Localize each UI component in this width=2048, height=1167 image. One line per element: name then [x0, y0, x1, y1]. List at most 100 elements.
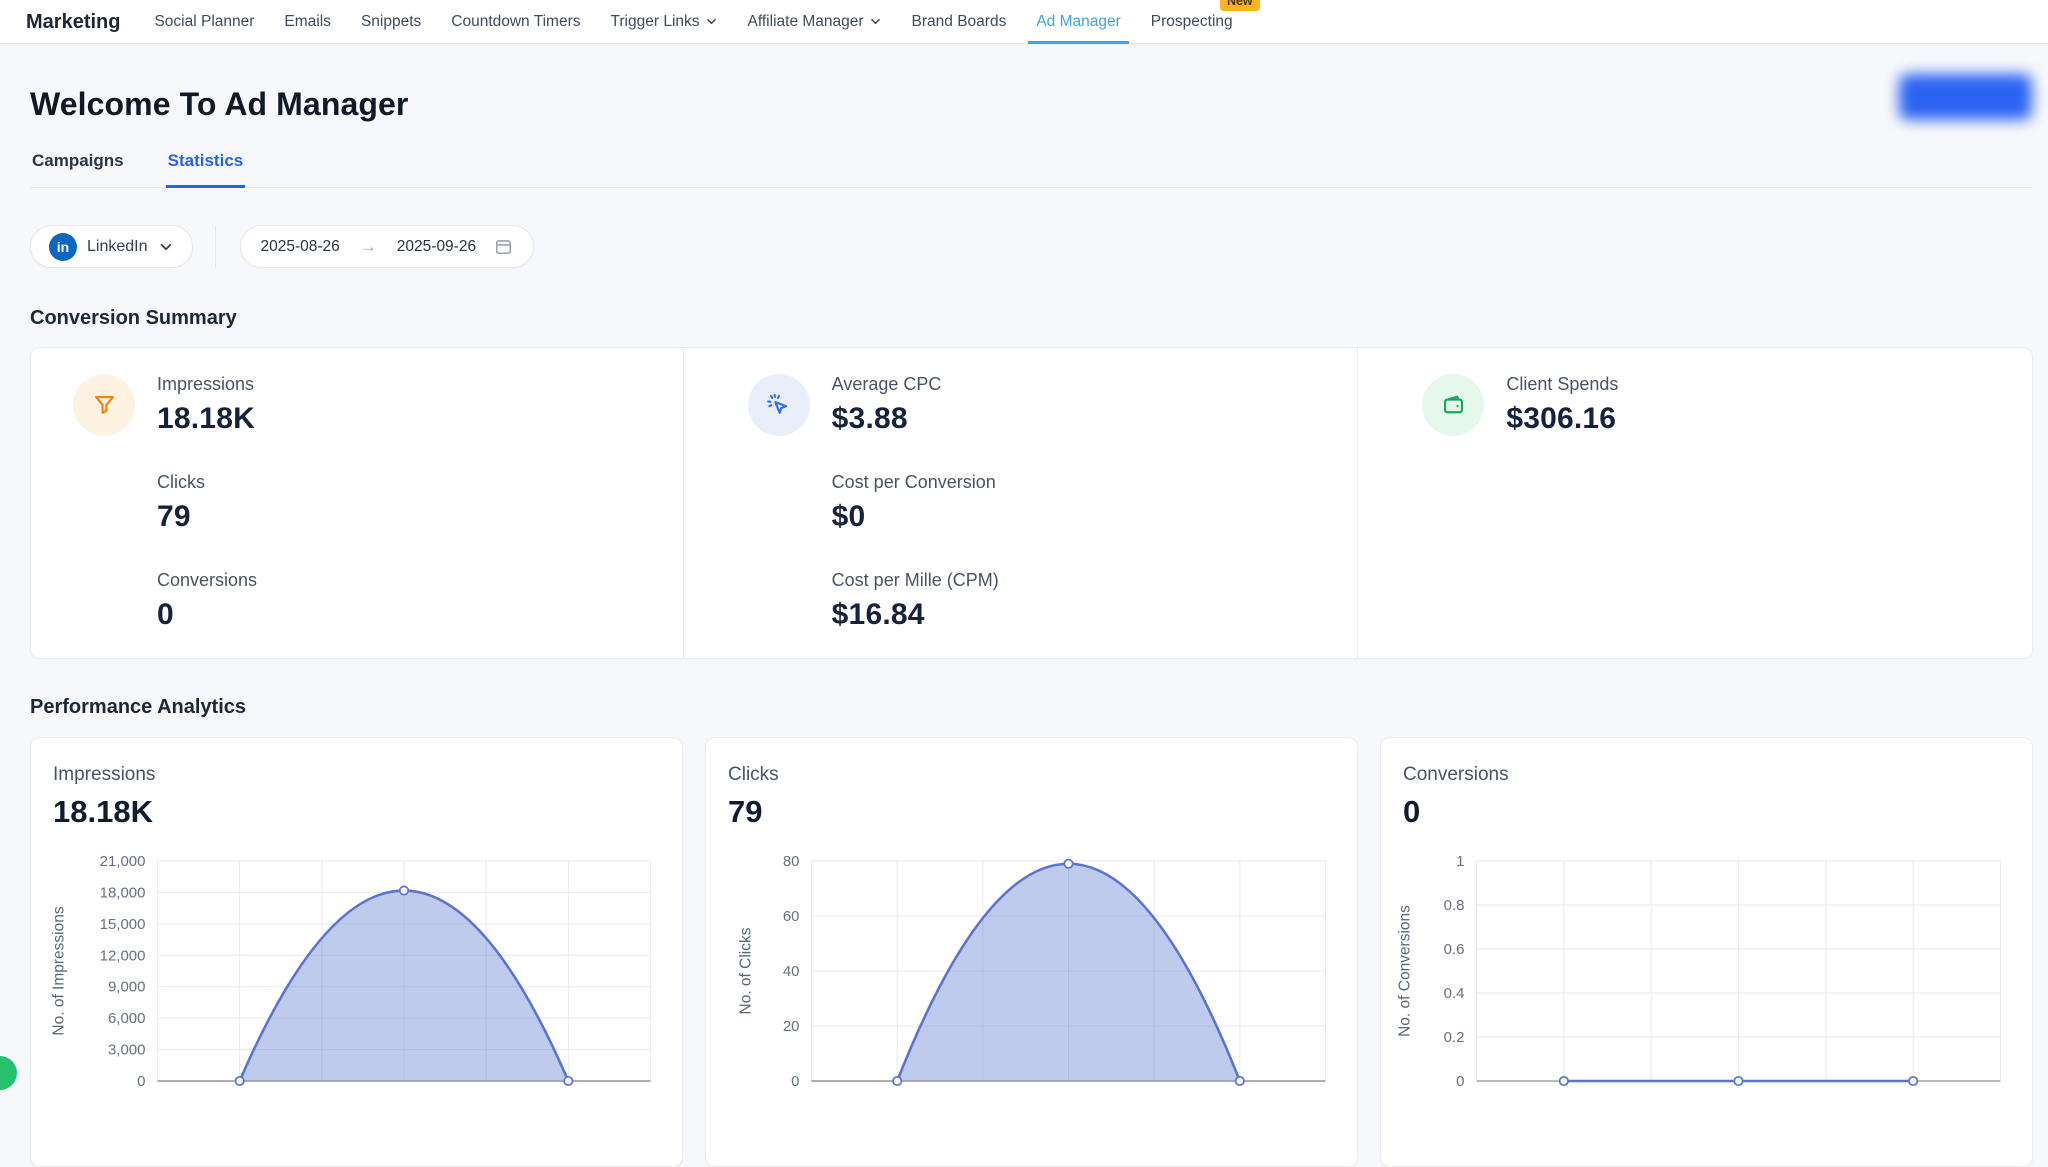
nav-item-label: Social Planner [154, 0, 254, 44]
nav-items: Social Planner Emails Snippets Countdown Ti… [154, 0, 1232, 44]
chat-widget-button[interactable] [0, 1056, 17, 1090]
metric-clicks: Clicks79 [157, 472, 257, 534]
metric-value: 18.18K [157, 402, 257, 436]
nav-item-affiliate-manager[interactable]: Affiliate Manager [748, 0, 882, 44]
summary-column-impressions: Impressions 18.18K Clicks79 Conversions 0 [31, 348, 683, 658]
start-date: 2025-08-26 [261, 238, 340, 256]
svg-text:No. of Impressions: No. of Impressions [51, 906, 68, 1035]
area-chart-impressions: 03,0006,0009,00012,00015,00018,00021,000… [31, 853, 682, 1099]
nav-item-label: Brand Boards [912, 0, 1007, 44]
tab-bar: Campaigns Statistics [30, 151, 2032, 188]
page-header: Welcome To Ad Manager [0, 44, 2048, 123]
nav-item-countdown-timers[interactable]: Countdown Timers [451, 0, 580, 44]
metric-impressions: Impressions 18.18K [157, 374, 257, 436]
svg-text:0.4: 0.4 [1444, 985, 1465, 1002]
area-chart-clicks: 0 20 40 60 80 No. of Clicks [706, 853, 1357, 1099]
wallet-icon [1440, 392, 1467, 419]
performance-charts-row: Impressions18.18K03,0006,0009,00012,0001… [30, 737, 2033, 1167]
svg-text:0: 0 [137, 1073, 145, 1090]
svg-text:80: 80 [783, 853, 800, 870]
nav-item-label: Trigger Links [611, 0, 700, 44]
area-chart-conversions: 0 0.2 0.4 0.6 0.8 1 No. of Conversions [1381, 853, 2032, 1099]
metric-value: $16.84 [832, 598, 999, 632]
nav-item-label: Ad Manager [1036, 0, 1120, 44]
chart-total: 79 [728, 794, 1357, 830]
end-date: 2025-09-26 [397, 238, 476, 256]
chevron-down-icon [158, 239, 174, 255]
tab-statistics[interactable]: Statistics [166, 151, 246, 188]
funnel-icon-circle [73, 374, 135, 436]
svg-text:0: 0 [791, 1073, 799, 1090]
chart-total: 0 [1403, 794, 2032, 830]
cursor-icon-circle [748, 374, 810, 436]
nav-item-prospecting[interactable]: ProspectingNew [1151, 0, 1233, 44]
chevron-down-icon [869, 15, 882, 28]
metric-label: Cost per Mille (CPM) [832, 570, 999, 591]
platform-label: LinkedIn [87, 238, 148, 256]
svg-text:60: 60 [783, 908, 800, 925]
metric-value: $3.88 [832, 402, 999, 436]
metric-stack: Client Spends $306.16 [1506, 374, 1618, 436]
performance-analytics-heading: Performance Analytics [30, 696, 2048, 719]
nav-brand: Marketing [26, 0, 120, 44]
svg-text:3,000: 3,000 [108, 1042, 146, 1059]
nav-item-ad-manager[interactable]: Ad Manager [1036, 0, 1120, 44]
date-range-picker[interactable]: 2025-08-26 → 2025-09-26 [240, 225, 535, 268]
svg-text:No. of Clicks: No. of Clicks [738, 927, 755, 1014]
chart-card-impressions: Impressions18.18K03,0006,0009,00012,0001… [30, 737, 683, 1167]
nav-item-label: Emails [284, 0, 331, 44]
svg-text:15,000: 15,000 [100, 916, 146, 933]
svg-text:40: 40 [783, 963, 800, 980]
nav-item-snippets[interactable]: Snippets [361, 0, 421, 44]
nav-item-trigger-links[interactable]: Trigger Links [611, 0, 718, 44]
metric-stack: Average CPC $3.88 Cost per Conversion $0 Cos… [832, 374, 999, 632]
metric-label: Impressions [157, 374, 257, 395]
funnel-icon [91, 392, 118, 419]
svg-text:6,000: 6,000 [108, 1010, 146, 1027]
svg-text:0: 0 [1456, 1073, 1464, 1090]
calendar-icon [494, 237, 513, 256]
filter-divider [215, 226, 216, 268]
redacted-action-button[interactable] [1899, 74, 2032, 120]
tab-campaigns[interactable]: Campaigns [30, 151, 126, 187]
metric-label: Average CPC [832, 374, 999, 395]
metric-label: Conversions [157, 570, 257, 591]
metric-value: $306.16 [1506, 402, 1618, 436]
metric-value: 0 [157, 598, 257, 632]
svg-text:9,000: 9,000 [108, 979, 146, 996]
chart-total: 18.18K [53, 794, 682, 830]
metric-client-spends: Client Spends $306.16 [1506, 374, 1618, 436]
svg-text:0.6: 0.6 [1444, 941, 1465, 958]
metric-conversions: Conversions 0 [157, 570, 257, 632]
svg-text:21,000: 21,000 [100, 853, 146, 870]
chevron-down-icon [705, 15, 718, 28]
cursor-icon [765, 392, 792, 419]
platform-select[interactable]: in LinkedIn [30, 225, 193, 268]
metric-label: Cost per Conversion [832, 472, 999, 493]
svg-text:0.8: 0.8 [1444, 897, 1465, 914]
wallet-icon-circle [1422, 374, 1484, 436]
metric-value: $0 [832, 500, 999, 534]
nav-item-label: Snippets [361, 0, 421, 44]
chart-title: Conversions [1403, 764, 2032, 786]
conversion-summary-card: Impressions 18.18K Clicks79 Conversions 0 Ave… [30, 347, 2033, 659]
svg-text:No. of Conversions: No. of Conversions [1397, 905, 1414, 1037]
svg-text:18,000: 18,000 [100, 884, 146, 901]
linkedin-icon: in [49, 233, 77, 261]
nav-item-brand-boards[interactable]: Brand Boards [912, 0, 1007, 44]
nav-item-label: Affiliate Manager [748, 0, 864, 44]
summary-column-client-spends: Client Spends $306.16 [1357, 348, 2032, 658]
filters-row: in LinkedIn 2025-08-26 → 2025-09-26 [30, 225, 2048, 268]
metric-value: 79 [157, 500, 257, 534]
chart-card-conversions: Conversions 0 0 0.2 0.4 0.6 0.8 1 No. of Convers… [1380, 737, 2033, 1167]
nav-item-social-planner[interactable]: Social Planner [154, 0, 254, 44]
chart-title: Impressions [53, 764, 682, 786]
svg-text:20: 20 [783, 1018, 800, 1035]
metric-cost-per-mille-cpm: Cost per Mille (CPM) $16.84 [832, 570, 999, 632]
metric-label: Client Spends [1506, 374, 1618, 395]
svg-text:0.2: 0.2 [1444, 1029, 1465, 1046]
svg-text:1: 1 [1456, 853, 1464, 870]
metric-average-cpc: Average CPC $3.88 [832, 374, 999, 436]
nav-item-emails[interactable]: Emails [284, 0, 331, 44]
chart-title: Clicks [728, 764, 1357, 786]
